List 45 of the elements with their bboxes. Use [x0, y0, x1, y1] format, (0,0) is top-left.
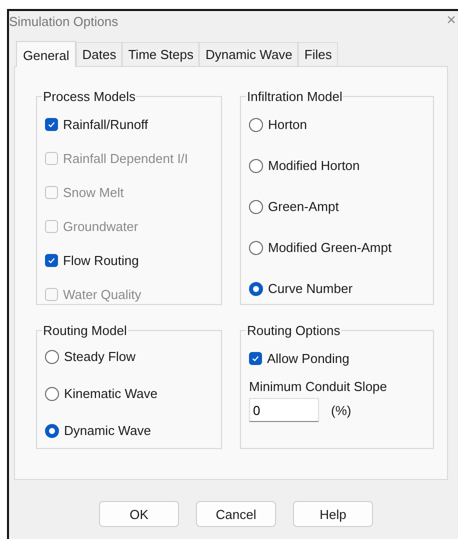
input-field[interactable]: 0: [249, 398, 319, 422]
radio-label: Modified Horton: [268, 158, 360, 173]
radio-button[interactable]: [249, 118, 263, 132]
tab[interactable]: Dates: [76, 42, 122, 66]
checkbox-label: Flow Routing: [63, 252, 139, 268]
checkbox-label: Snow Melt: [63, 184, 124, 200]
check-icon: [47, 120, 56, 128]
checkbox[interactable]: [45, 118, 58, 130]
radio-button[interactable]: [45, 424, 59, 438]
radio-label: Green-Ampt: [268, 199, 339, 214]
radio-label: Dynamic Wave: [64, 423, 151, 438]
tab[interactable]: Dynamic Wave: [199, 42, 298, 66]
radio-label: Horton: [268, 117, 308, 132]
radio-label: Steady Flow: [64, 349, 136, 364]
tab[interactable]: Time Steps: [122, 42, 200, 66]
dialog-button[interactable]: OK: [99, 501, 179, 527]
group-title: Infiltration Model: [246, 89, 344, 104]
field-label: Minimum Conduit Slope: [249, 379, 388, 394]
window-title: Simulation Options: [9, 14, 118, 28]
checkbox[interactable]: [45, 254, 58, 266]
checkbox-label: Rainfall/Runoff: [63, 116, 148, 132]
radio-label: Modified Green-Ampt: [268, 240, 392, 255]
radio-button[interactable]: [45, 386, 59, 400]
check-icon: [251, 354, 260, 362]
checkbox[interactable]: [249, 352, 262, 364]
checkbox-label: Groundwater: [63, 218, 138, 234]
group-title: Process Models: [42, 89, 136, 104]
group-title: Routing Options: [246, 323, 342, 338]
radio-label: Kinematic Wave: [64, 386, 158, 401]
group-title: Routing Model: [42, 323, 128, 338]
radio-button[interactable]: [45, 350, 59, 364]
tab[interactable]: Files: [298, 42, 338, 66]
radio-button[interactable]: [249, 200, 263, 214]
checkbox-label: Water Quality: [63, 286, 142, 302]
radio-button[interactable]: [249, 158, 263, 172]
radio-button[interactable]: [249, 282, 263, 296]
tab[interactable]: General: [16, 41, 76, 67]
unit-label: (%): [331, 402, 352, 418]
checkbox-label: Allow Ponding: [267, 350, 350, 366]
radio-label: Curve Number: [268, 281, 353, 296]
dialog-button[interactable]: Cancel: [196, 501, 276, 527]
checkbox-label: Rainfall Dependent I/I: [63, 150, 188, 166]
check-icon: [47, 256, 56, 264]
radio-button[interactable]: [249, 240, 263, 254]
dialog-button[interactable]: Help: [293, 501, 373, 527]
